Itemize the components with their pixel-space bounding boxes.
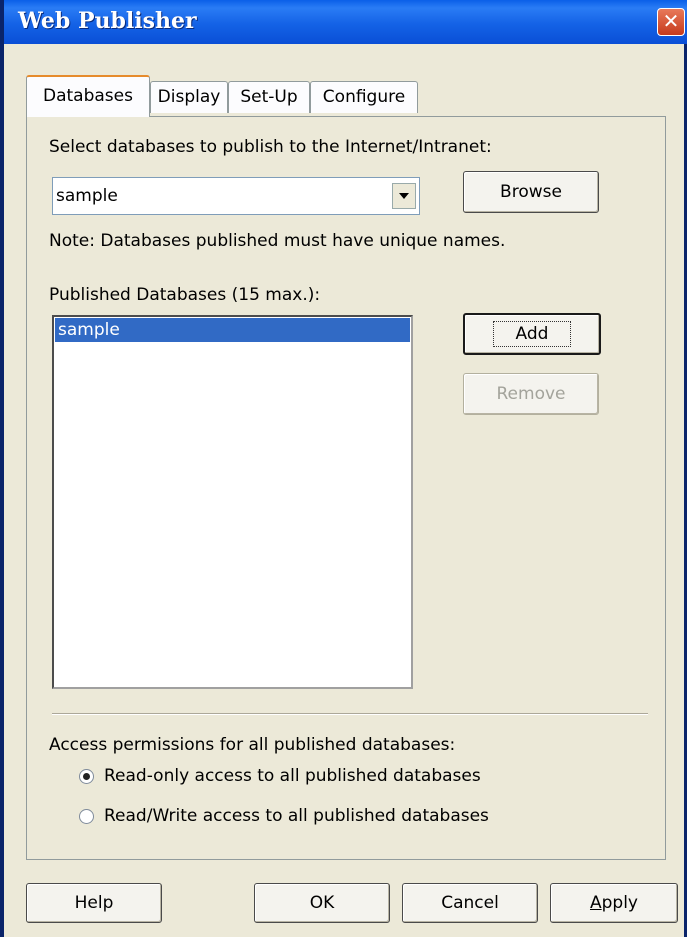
add-button-label: Add [492,321,572,347]
cancel-button[interactable]: Cancel [402,883,538,923]
published-databases-label: Published Databases (15 max.): [49,285,321,305]
published-databases-list[interactable]: sample [52,315,413,689]
web-publisher-dialog: Web Publisher ✕ Databases Display Set-Up… [0,0,687,937]
close-icon: ✕ [662,9,680,33]
read-write-label: Read/Write access to all published datab… [104,806,489,826]
apply-mnemonic: A [589,893,602,913]
remove-button[interactable]: Remove [463,373,599,415]
read-only-option[interactable]: Read-only access to all published databa… [79,763,481,789]
apply-button[interactable]: Apply [550,883,678,923]
read-write-option[interactable]: Read/Write access to all published datab… [79,803,489,829]
ok-button[interactable]: OK [254,883,390,923]
read-write-radio[interactable] [79,808,94,824]
add-button[interactable]: Add [463,313,601,355]
help-button[interactable]: Help [26,883,162,923]
dropdown-button[interactable] [392,183,416,209]
apply-rest: pply [601,893,638,913]
read-only-label: Read-only access to all published databa… [104,766,481,786]
database-select-value: sample [56,186,118,206]
list-item[interactable]: sample [55,318,410,342]
tab-set-up[interactable]: Set-Up [228,81,310,113]
tab-display[interactable]: Display [150,81,228,113]
chevron-down-icon [399,193,409,199]
read-only-radio[interactable] [79,768,94,784]
databases-tab-panel: Select databases to publish to the Inter… [26,116,666,860]
select-databases-label: Select databases to publish to the Inter… [49,137,492,157]
window-title: Web Publisher [18,8,197,34]
tab-databases[interactable]: Databases [26,75,150,117]
apply-button-label: Apply [590,893,638,913]
divider [52,713,648,715]
database-select[interactable]: sample [52,177,420,215]
title-bar[interactable]: Web Publisher ✕ [4,0,687,44]
close-button[interactable]: ✕ [657,8,685,36]
tab-configure[interactable]: Configure [310,81,418,113]
browse-button[interactable]: Browse [463,171,599,213]
access-permissions-label: Access permissions for all published dat… [49,735,456,755]
unique-names-note: Note: Databases published must have uniq… [49,231,506,251]
